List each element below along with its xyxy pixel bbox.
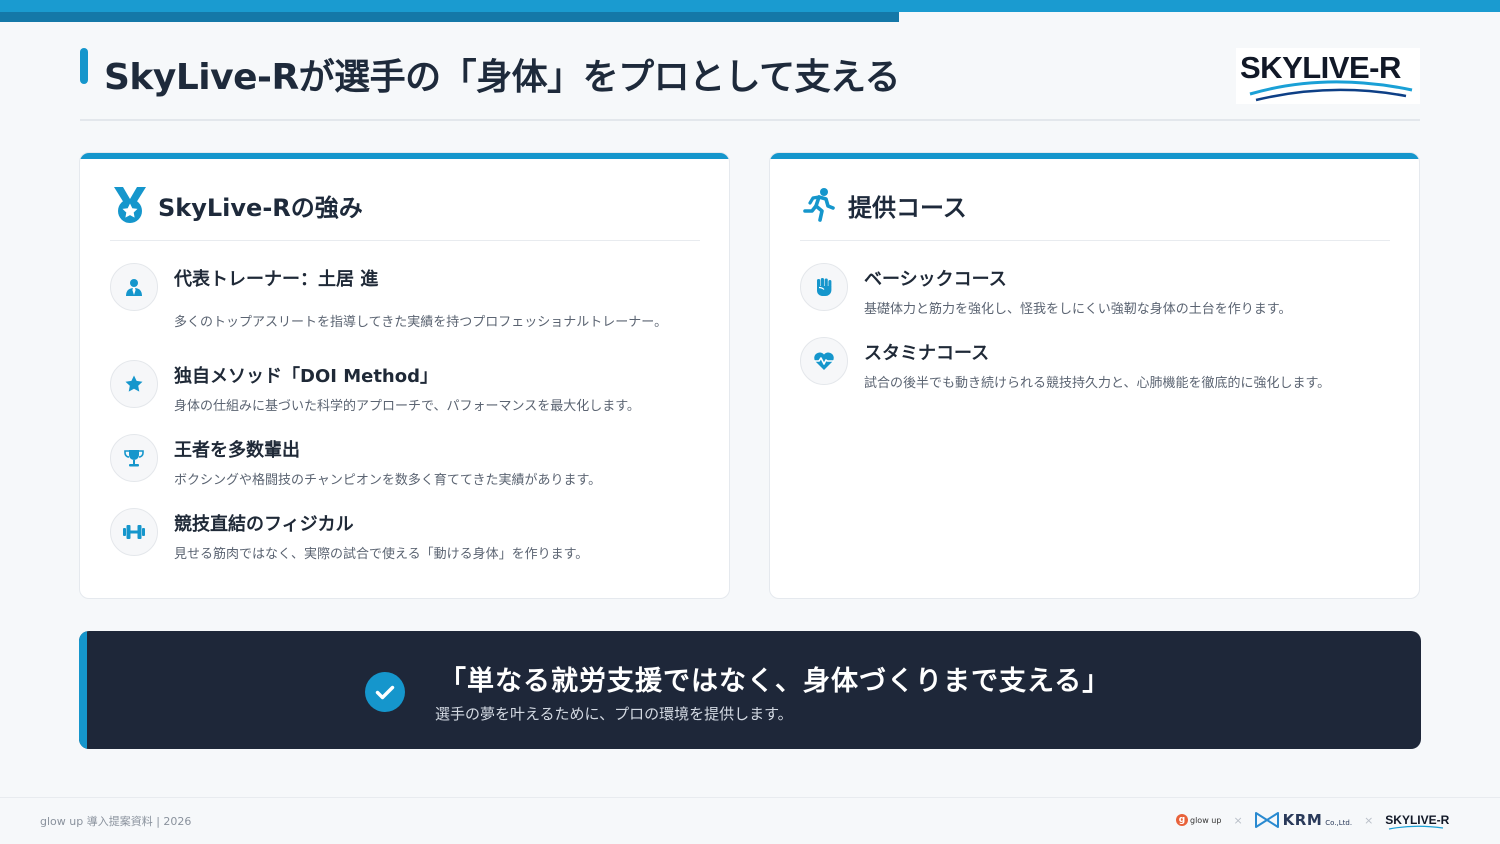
courses-card-header: 提供コース bbox=[800, 185, 967, 225]
strengths-card: SkyLive-Rの強み 代表トレーナー：土居 進 多くのトップアスリートを指導… bbox=[79, 152, 730, 599]
course-item-icon-circle bbox=[800, 263, 848, 311]
fist-icon bbox=[817, 278, 832, 296]
logo-swoosh-icon bbox=[1249, 80, 1413, 102]
krm-logo-suffix: Co.,Ltd. bbox=[1325, 819, 1353, 827]
title-accent-mark bbox=[80, 48, 88, 84]
glowup-logo-text: glow up bbox=[1190, 815, 1222, 825]
running-icon bbox=[800, 185, 840, 225]
strength-item-title: 競技直結のフィジカル bbox=[174, 514, 354, 535]
banner-accent-bar bbox=[79, 631, 87, 749]
logo-separator: × bbox=[1364, 813, 1374, 827]
course-item-desc: 試合の後半でも動き続けられる競技持久力と、心肺機能を徹底的に強化します。 bbox=[864, 376, 1331, 391]
strength-item-desc: 見せる筋肉ではなく、実際の試合で使える「動ける身体」を作ります。 bbox=[174, 547, 589, 562]
card-accent-line bbox=[80, 153, 729, 159]
banner-quote: 「単なる就労支援ではなく、身体づくりまで支える」 bbox=[439, 666, 1111, 697]
footer-divider bbox=[0, 797, 1500, 798]
strength-item-title: 代表トレーナー：土居 進 bbox=[174, 269, 379, 290]
page-title: SkyLive-Rが選手の「身体」をプロとして支える bbox=[104, 57, 901, 98]
check-circle-icon bbox=[365, 672, 405, 712]
footer-label: glow up 導入提案資料 | 2026 bbox=[40, 815, 192, 828]
star-icon bbox=[125, 375, 143, 392]
footer-partner-logos: g glow up × KRM Co.,Ltd. × SKYLIVE-R bbox=[1176, 808, 1449, 832]
dumbbell-icon bbox=[123, 525, 145, 539]
skylive-mini-logo: SKYLIVE-R bbox=[1385, 813, 1449, 830]
krm-logo: KRM Co.,Ltd. bbox=[1254, 811, 1353, 829]
course-item-desc: 基礎体力と筋力を強化し、怪我をしにくい強靭な身体の土台を作ります。 bbox=[864, 302, 1292, 317]
medal-icon bbox=[110, 185, 150, 225]
course-item-icon-circle bbox=[800, 337, 848, 385]
message-banner: 「単なる就労支援ではなく、身体づくりまで支える」 選手の夢を叶えるために、プロの… bbox=[79, 631, 1421, 749]
title-divider bbox=[80, 119, 1420, 121]
user-tie-icon bbox=[126, 279, 142, 296]
glowup-logo: g glow up bbox=[1176, 814, 1221, 826]
top-accent-bar bbox=[0, 0, 1500, 12]
heart-pulse-icon bbox=[814, 352, 834, 370]
card-divider bbox=[800, 240, 1390, 241]
krm-logo-text: KRM bbox=[1282, 811, 1323, 829]
glowup-logo-mark: g bbox=[1176, 814, 1188, 826]
top-progress-bar bbox=[0, 12, 899, 22]
strength-item-title: 独自メソッド「DOI Method」 bbox=[174, 366, 438, 387]
strength-item-icon-circle bbox=[110, 263, 158, 311]
card-divider bbox=[110, 240, 700, 241]
logo-swoosh-icon bbox=[1389, 825, 1444, 830]
strength-item-desc: 多くのトップアスリートを指導してきた実績を持つプロフェッショナルトレーナー。 bbox=[174, 315, 668, 330]
courses-card: 提供コース ベーシックコース 基礎体力と筋力を強化し、怪我をしにくい強靭な身体の… bbox=[769, 152, 1420, 599]
strength-item-icon-circle bbox=[110, 434, 158, 482]
course-item-title: ベーシックコース bbox=[864, 269, 1007, 290]
strength-item-icon-circle bbox=[110, 508, 158, 556]
trophy-icon bbox=[124, 450, 144, 467]
course-item-title: スタミナコース bbox=[864, 343, 990, 364]
strengths-card-header: SkyLive-Rの強み bbox=[110, 185, 363, 225]
skylive-logo: SKYLIVE-R bbox=[1236, 48, 1420, 104]
card-accent-line bbox=[770, 153, 1419, 159]
strength-item-desc: 身体の仕組みに基づいた科学的アプローチで、パフォーマンスを最大化します。 bbox=[174, 399, 640, 414]
courses-title: 提供コース bbox=[848, 193, 967, 222]
strength-item-title: 王者を多数輩出 bbox=[174, 440, 300, 461]
logo-separator: × bbox=[1233, 813, 1243, 827]
banner-subtext: 選手の夢を叶えるために、プロの環境を提供します。 bbox=[435, 705, 793, 723]
strength-item-icon-circle bbox=[110, 360, 158, 408]
krm-mark-icon bbox=[1254, 812, 1279, 828]
strengths-title: SkyLive-Rの強み bbox=[158, 193, 363, 222]
strength-item-desc: ボクシングや格闘技のチャンピオンを数多く育ててきた実績があります。 bbox=[174, 473, 602, 488]
